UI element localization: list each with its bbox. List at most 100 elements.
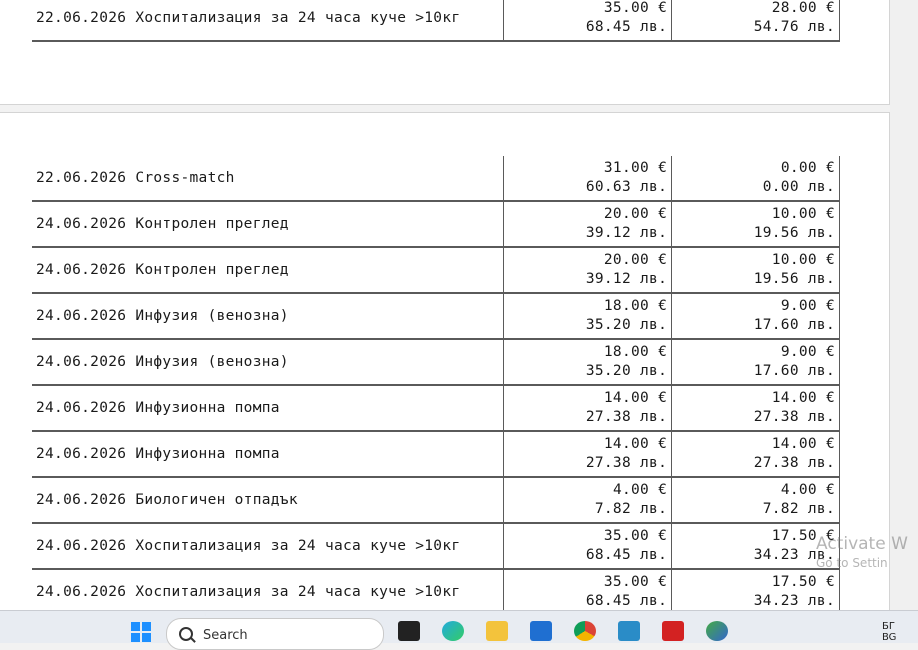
invoice-row: 24.06.2026 Инфузия (венозна) 18.00 € 35.20… (32, 293, 840, 340)
row-price: 4.00 € 7.82 лв. (503, 477, 672, 524)
due-bgn: 19.56 лв. (753, 225, 835, 241)
due-bgn: 17.60 лв. (753, 363, 835, 379)
due-eur: 17.50 € (771, 574, 835, 590)
row-amount-due: 17.50 € 34.23 лв. (671, 523, 840, 570)
row-price: 20.00 € 39.12 лв. (503, 247, 672, 294)
watermark-line-1: Activate W (816, 534, 908, 554)
row-description: 24.06.2026 Инфузия (венозна) (32, 339, 504, 386)
app-globe-icon[interactable] (706, 621, 728, 641)
price-eur: 20.00 € (603, 206, 668, 222)
activate-windows-watermark: Activate W Go to Settin (816, 534, 908, 570)
row-price: 35.00 € 68.45 лв. (503, 0, 672, 42)
search-label: Search (203, 628, 248, 643)
row-price: 18.00 € 35.20 лв. (503, 293, 672, 340)
row-amount-due: 4.00 € 7.82 лв. (671, 477, 840, 524)
invoice-row: 24.06.2026 Контролен преглед 20.00 € 39.12… (32, 247, 840, 294)
row-price: 31.00 € 60.63 лв. (503, 156, 672, 202)
due-eur: 14.00 € (771, 436, 835, 452)
row-price: 20.00 € 39.12 лв. (503, 201, 672, 248)
invoice-row: 24.06.2026 Хоспитализация за 24 часа куч… (32, 523, 840, 570)
row-description: 24.06.2026 Контролен преглед (32, 247, 504, 294)
chrome-icon[interactable] (574, 621, 596, 641)
price-bgn: 39.12 лв. (585, 225, 668, 241)
invoice-row: 24.06.2026 Инфузионна помпа 14.00 € 27.38 … (32, 431, 840, 478)
row-amount-due: 14.00 € 27.38 лв. (671, 431, 840, 478)
edge-browser-icon[interactable] (442, 621, 464, 641)
due-bgn: 7.82 лв. (762, 501, 835, 517)
due-eur: 9.00 € (780, 344, 835, 360)
due-bgn: 54.76 лв. (753, 19, 835, 35)
row-amount-due: 14.00 € 27.38 лв. (671, 385, 840, 432)
invoice-row: 24.06.2026 Инфузия (венозна) 18.00 € 35.20… (32, 339, 840, 386)
file-explorer-icon[interactable] (486, 621, 508, 641)
row-price: 14.00 € 27.38 лв. (503, 431, 672, 478)
due-eur: 28.00 € (771, 0, 835, 16)
due-eur: 4.00 € (780, 482, 835, 498)
price-bgn: 60.63 лв. (585, 179, 668, 195)
due-eur: 9.00 € (780, 298, 835, 314)
row-description: 22.06.2026 Хоспитализация за 24 часа куч… (32, 0, 504, 42)
price-bgn: 27.38 лв. (585, 409, 668, 425)
price-eur: 18.00 € (603, 344, 668, 360)
price-bgn: 27.38 лв. (585, 455, 668, 471)
price-bgn: 68.45 лв. (585, 19, 668, 35)
row-description: 24.06.2026 Контролен преглед (32, 201, 504, 248)
row-amount-due: 10.00 € 19.56 лв. (671, 201, 840, 248)
due-eur: 0.00 € (780, 160, 835, 176)
search-icon (179, 627, 193, 641)
row-price: 35.00 € 68.45 лв. (503, 569, 672, 616)
due-bgn: 27.38 лв. (753, 409, 835, 425)
price-bgn: 7.82 лв. (594, 501, 668, 517)
row-description: 24.06.2026 Инфузия (венозна) (32, 293, 504, 340)
language-line-2: BG (882, 632, 897, 643)
price-eur: 14.00 € (603, 436, 668, 452)
price-eur: 35.00 € (603, 0, 668, 16)
price-bgn: 35.20 лв. (585, 363, 668, 379)
language-line-1: БГ (882, 621, 895, 632)
taskbar-search-box[interactable]: Search (166, 618, 384, 650)
mail-icon[interactable] (530, 621, 552, 641)
row-description: 24.06.2026 Хоспитализация за 24 часа куч… (32, 523, 504, 570)
row-price: 35.00 € 68.45 лв. (503, 523, 672, 570)
remote-desktop-icon[interactable] (618, 621, 640, 641)
price-eur: 20.00 € (603, 252, 668, 268)
acrobat-icon[interactable] (662, 621, 684, 641)
row-description: 24.06.2026 Инфузионна помпа (32, 431, 504, 478)
windows-start-icon[interactable] (130, 621, 152, 642)
row-amount-due: 10.00 € 19.56 лв. (671, 247, 840, 294)
language-indicator[interactable]: БГ BG (882, 621, 896, 643)
price-eur: 31.00 € (603, 160, 668, 176)
invoice-row: 24.06.2026 Хоспитализация за 24 часа куч… (32, 569, 840, 616)
due-bgn: 0.00 лв. (762, 179, 835, 195)
row-amount-due: 17.50 € 34.23 лв. (671, 569, 840, 616)
invoice-row: 22.06.2026 Хоспитализация за 24 часа куч… (32, 0, 840, 42)
due-bgn: 34.23 лв. (753, 593, 835, 609)
row-amount-due: 0.00 € 0.00 лв. (671, 156, 840, 202)
row-description: 22.06.2026 Cross-match (32, 156, 504, 202)
watermark-line-2: Go to Settin (816, 556, 888, 570)
price-bgn: 39.12 лв. (585, 271, 668, 287)
price-eur: 35.00 € (603, 528, 668, 544)
invoice-row: 22.06.2026 Cross-match 31.00 €60.63 лв. 0.… (32, 156, 840, 202)
price-eur: 4.00 € (612, 482, 668, 498)
row-description: 24.06.2026 Инфузионна помпа (32, 385, 504, 432)
price-eur: 18.00 € (603, 298, 668, 314)
price-eur: 35.00 € (603, 574, 668, 590)
due-eur: 14.00 € (771, 390, 835, 406)
invoice-row: 24.06.2026 Контролен преглед 20.00 € 39.12… (32, 201, 840, 248)
due-bgn: 17.60 лв. (753, 317, 835, 333)
row-description: 24.06.2026 Хоспитализация за 24 часа куч… (32, 569, 504, 616)
row-description: 24.06.2026 Биологичен отпадък (32, 477, 504, 524)
row-amount-due: 28.00 € 54.76 лв. (671, 0, 840, 42)
price-bgn: 35.20 лв. (585, 317, 668, 333)
due-eur: 10.00 € (771, 206, 835, 222)
invoice-row: 24.06.2026 Биологичен отпадък 4.00 € 7.82 … (32, 477, 840, 524)
invoice-table-page-2: 22.06.2026 Cross-match 31.00 €60.63 лв. 0.… (32, 156, 840, 616)
due-bgn: 19.56 лв. (753, 271, 835, 287)
price-bgn: 68.45 лв. (585, 547, 668, 563)
due-bgn: 27.38 лв. (753, 455, 835, 471)
row-amount-due: 9.00 € 17.60 лв. (671, 339, 840, 386)
due-eur: 10.00 € (771, 252, 835, 268)
task-view-icon[interactable] (398, 621, 420, 641)
row-amount-due: 9.00 € 17.60 лв. (671, 293, 840, 340)
